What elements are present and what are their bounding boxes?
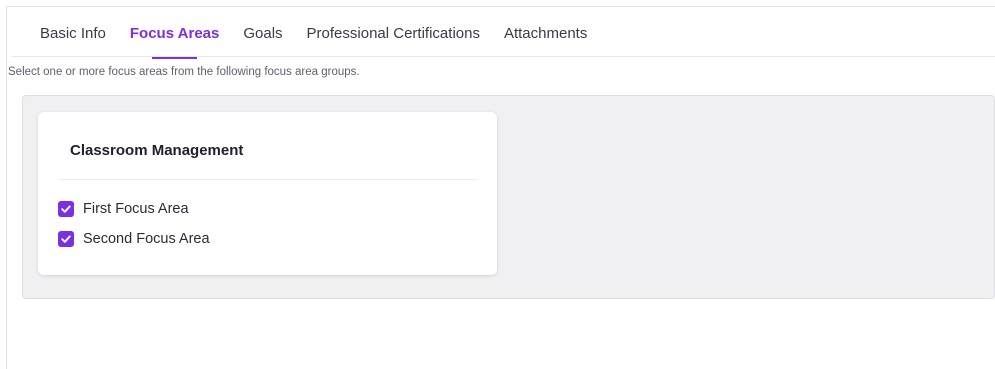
focus-area-option-second[interactable]: Second Focus Area xyxy=(58,231,210,247)
tab-basic-info[interactable]: Basic Info xyxy=(40,19,106,55)
focus-area-option-label: First Focus Area xyxy=(83,201,189,217)
focus-area-option-first[interactable]: First Focus Area xyxy=(58,201,189,217)
checkbox-checked-icon[interactable] xyxy=(58,201,74,217)
checkbox-checked-icon[interactable] xyxy=(58,231,74,247)
checkmark-icon xyxy=(61,235,71,243)
tabs-divider xyxy=(12,56,995,57)
tab-focus-areas[interactable]: Focus Areas xyxy=(130,19,219,59)
instruction-text: Select one or more focus areas from the … xyxy=(8,66,360,78)
focus-group-card: Classroom Management First Focus Area Se… xyxy=(38,112,497,275)
tab-bar: Basic Info Focus Areas Goals Professiona… xyxy=(40,19,611,59)
tab-goals[interactable]: Goals xyxy=(243,19,282,55)
focus-area-option-label: Second Focus Area xyxy=(83,231,210,247)
focus-group-title: Classroom Management xyxy=(70,142,244,159)
tab-professional-certifications[interactable]: Professional Certifications xyxy=(307,19,480,55)
card-divider xyxy=(58,179,478,180)
checkmark-icon xyxy=(61,205,71,213)
tab-attachments[interactable]: Attachments xyxy=(504,19,587,55)
